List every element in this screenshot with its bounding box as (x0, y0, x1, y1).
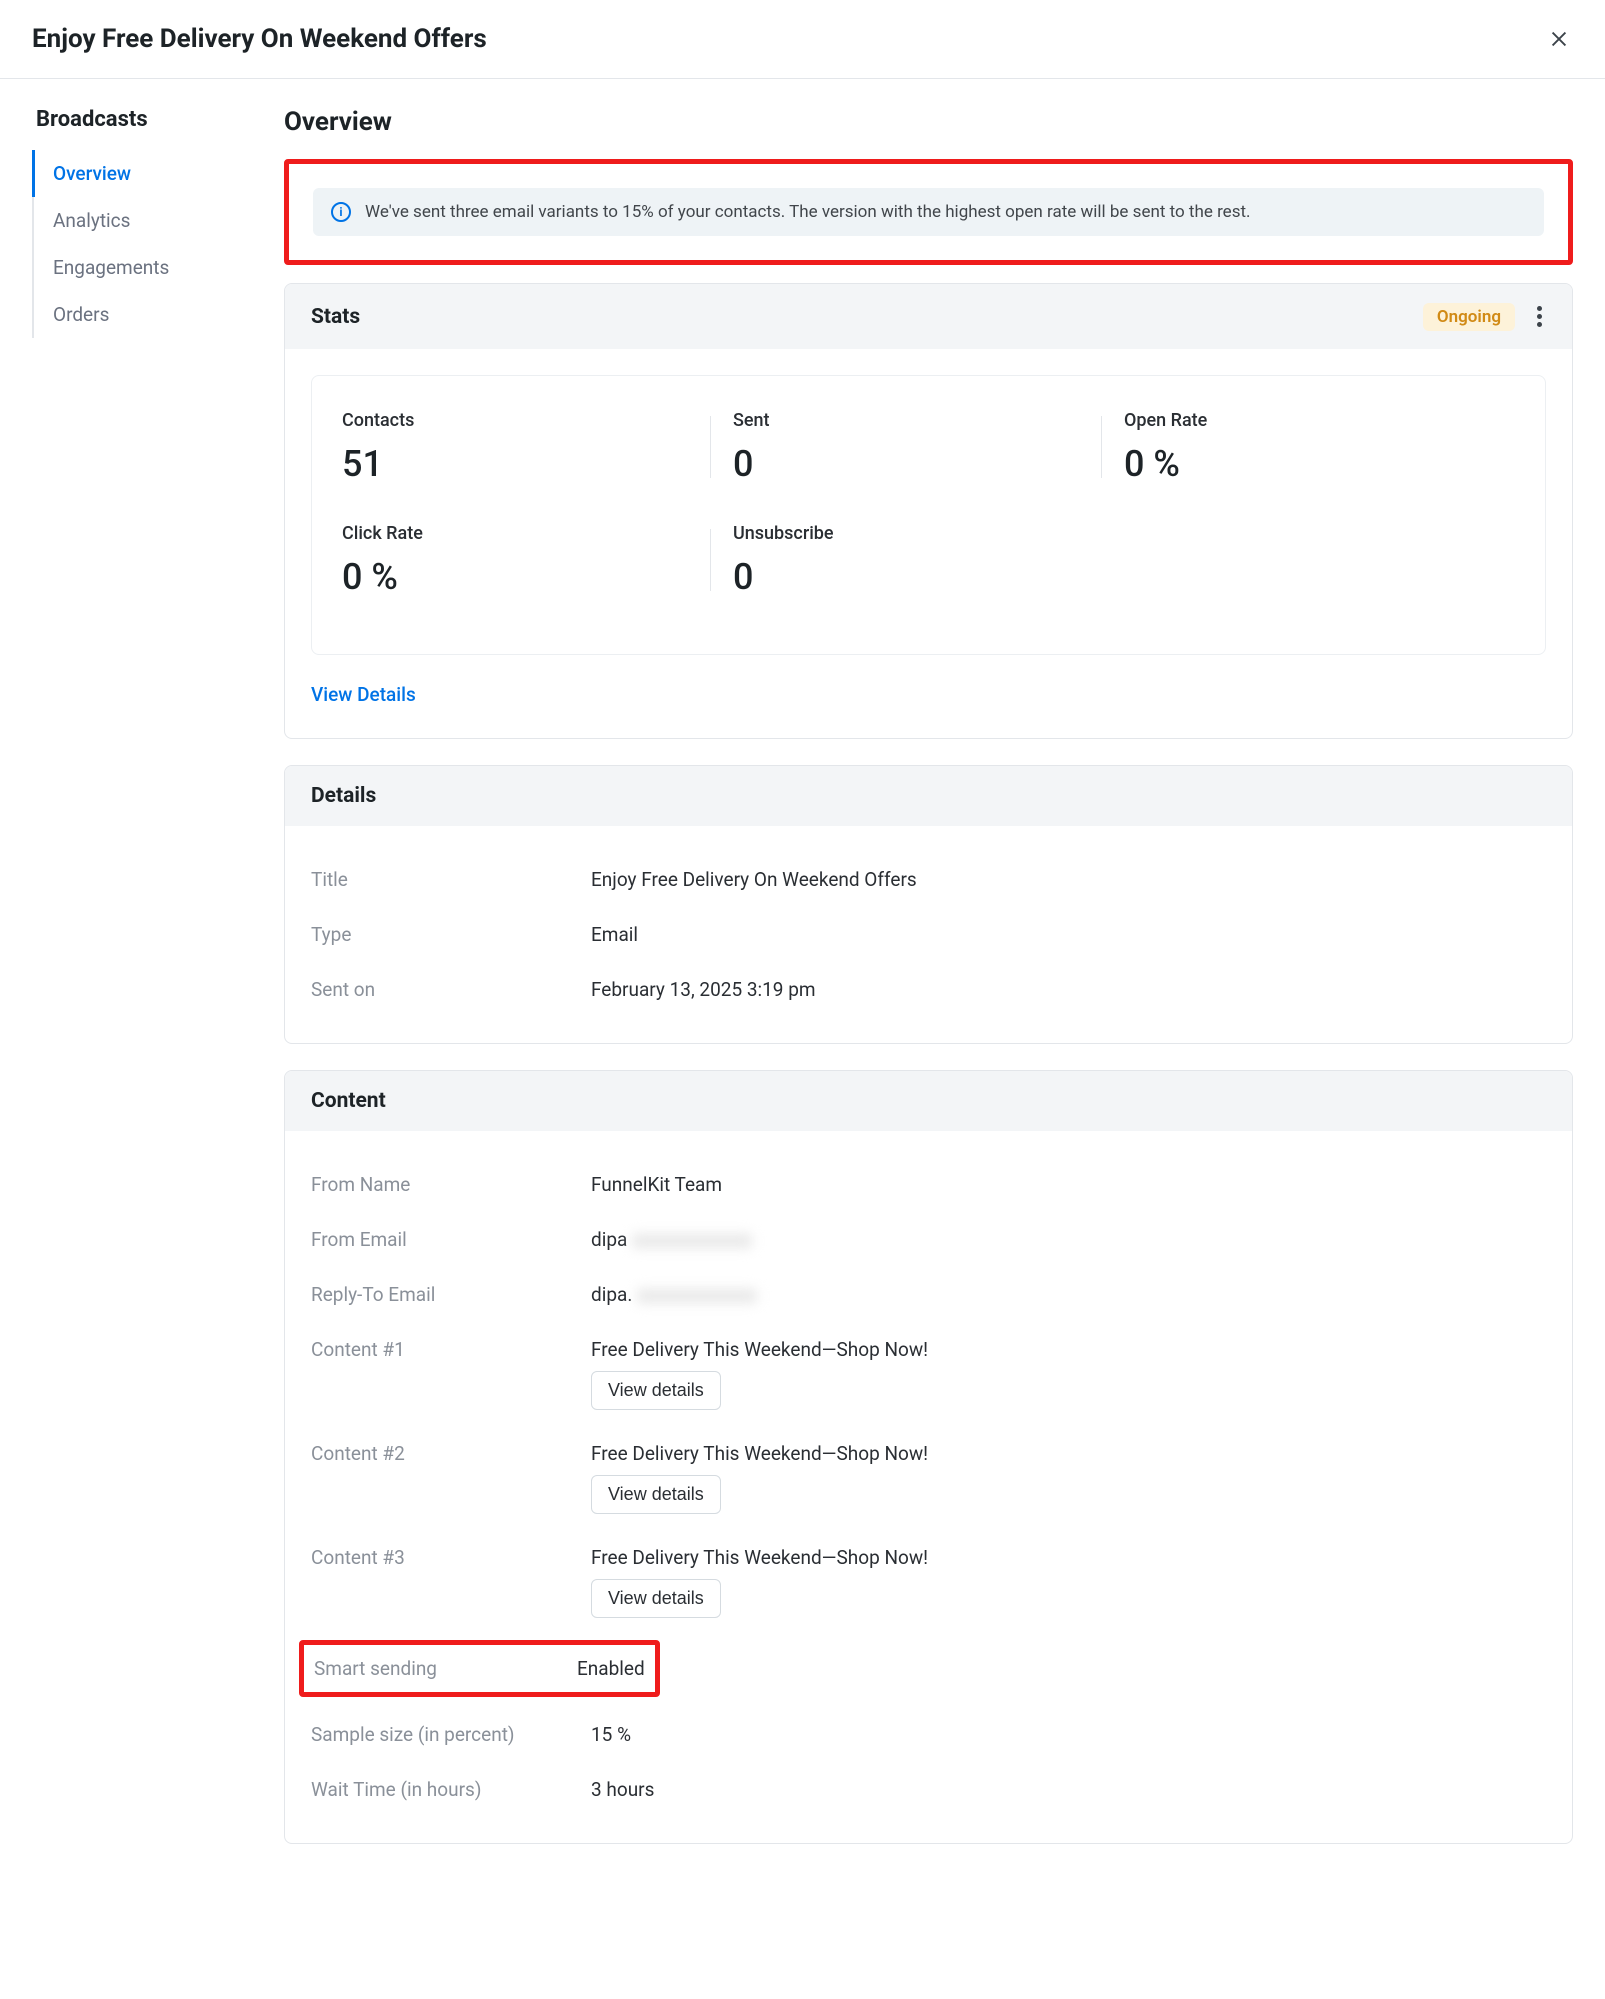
page-title: Enjoy Free Delivery On Weekend Offers (32, 24, 487, 54)
sidebar-nav: Overview Analytics Engagements Orders (32, 150, 252, 338)
content-key: Sample size (in percent) (311, 1723, 591, 1746)
sidebar-item-label: Overview (53, 162, 131, 185)
stat-value: 0 % (1124, 443, 1485, 485)
main-title: Overview (284, 107, 1573, 137)
content-row-wait-time: Wait Time (in hours) 3 hours (311, 1762, 1546, 1817)
detail-key: Sent on (311, 978, 591, 1001)
sidebar-item-overview[interactable]: Overview (32, 150, 252, 197)
content-value: Enabled (577, 1657, 645, 1680)
content-row-variant-1: Content #1 Free Delivery This Weekend—Sh… (311, 1322, 1546, 1426)
detail-value: February 13, 2025 3:19 pm (591, 978, 1546, 1001)
detail-row-title: Title Enjoy Free Delivery On Weekend Off… (311, 852, 1546, 907)
content-row-from-email: From Email dipa (311, 1212, 1546, 1267)
info-banner: i We've sent three email variants to 15%… (313, 188, 1544, 236)
view-details-button[interactable]: View details (591, 1475, 721, 1514)
redacted-text (637, 1289, 757, 1303)
content-value: Free Delivery This Weekend—Shop Now! (591, 1546, 928, 1569)
stat-label: Unsubscribe (733, 523, 1094, 544)
stats-menu-button[interactable] (1533, 302, 1546, 331)
stat-label: Sent (733, 410, 1094, 431)
stats-heading: Stats (311, 305, 360, 329)
sidebar-item-label: Engagements (53, 256, 169, 279)
sidebar: Broadcasts Overview Analytics Engagement… (32, 107, 252, 1870)
stat-value: 0 (733, 443, 1094, 485)
detail-key: Type (311, 923, 591, 946)
sidebar-title: Broadcasts (32, 107, 252, 132)
content-value: dipa (591, 1228, 1546, 1251)
stats-box: Contacts 51 Sent 0 Open Rate 0 % Click (311, 375, 1546, 655)
info-text: We've sent three email variants to 15% o… (365, 202, 1251, 222)
sidebar-item-label: Analytics (53, 209, 130, 232)
view-details-button[interactable]: View details (591, 1371, 721, 1410)
view-details-link[interactable]: View Details (311, 677, 416, 712)
view-details-button[interactable]: View details (591, 1579, 721, 1618)
details-heading: Details (311, 784, 376, 808)
content-header: Content (285, 1071, 1572, 1131)
stat-click-rate: Click Rate 0 % (342, 523, 733, 636)
detail-row-senton: Sent on February 13, 2025 3:19 pm (311, 962, 1546, 1017)
content-key: Content #1 (311, 1338, 591, 1361)
content-value: Free Delivery This Weekend—Shop Now! (591, 1338, 928, 1361)
stat-open-rate: Open Rate 0 % (1124, 410, 1515, 523)
stat-value: 51 (342, 443, 703, 485)
content-key: Content #2 (311, 1442, 591, 1465)
content-value: Free Delivery This Weekend—Shop Now! (591, 1442, 928, 1465)
content-row-variant-2: Content #2 Free Delivery This Weekend—Sh… (311, 1426, 1546, 1530)
content-value: 15 % (591, 1723, 1546, 1746)
content-value: 3 hours (591, 1778, 1546, 1801)
detail-value: Enjoy Free Delivery On Weekend Offers (591, 868, 1546, 891)
details-card: Details Title Enjoy Free Delivery On Wee… (284, 765, 1573, 1044)
detail-value: Email (591, 923, 1546, 946)
content-key: Wait Time (in hours) (311, 1778, 591, 1801)
stat-value: 0 % (342, 556, 703, 598)
stat-contacts: Contacts 51 (342, 410, 733, 523)
content-key: Smart sending (314, 1657, 437, 1680)
close-button[interactable] (1545, 25, 1573, 53)
stat-label: Open Rate (1124, 410, 1485, 431)
stats-card: Stats Ongoing Contacts 51 (284, 283, 1573, 739)
highlight-banner-wrapper: i We've sent three email variants to 15%… (284, 159, 1573, 265)
content-key: Content #3 (311, 1546, 591, 1569)
details-header: Details (285, 766, 1572, 826)
main-content: Overview i We've sent three email varian… (284, 107, 1573, 1870)
content-key: Reply-To Email (311, 1283, 591, 1306)
content-row-from-name: From Name FunnelKit Team (311, 1157, 1546, 1212)
content-value: FunnelKit Team (591, 1173, 1546, 1196)
sidebar-item-label: Orders (53, 303, 109, 326)
content-key: From Name (311, 1173, 591, 1196)
topbar: Enjoy Free Delivery On Weekend Offers (0, 0, 1605, 79)
close-icon (1548, 28, 1570, 50)
sidebar-item-orders[interactable]: Orders (32, 291, 252, 338)
detail-row-type: Type Email (311, 907, 1546, 962)
content-heading: Content (311, 1089, 386, 1113)
detail-key: Title (311, 868, 591, 891)
sidebar-item-analytics[interactable]: Analytics (32, 197, 252, 244)
content-row-sample-size: Sample size (in percent) 15 % (311, 1707, 1546, 1762)
content-key: From Email (311, 1228, 591, 1251)
stats-header: Stats Ongoing (285, 284, 1572, 349)
content-row-reply-to: Reply-To Email dipa. (311, 1267, 1546, 1322)
content-card: Content From Name FunnelKit Team From Em… (284, 1070, 1573, 1844)
stat-label: Click Rate (342, 523, 703, 544)
sidebar-item-engagements[interactable]: Engagements (32, 244, 252, 291)
stat-label: Contacts (342, 410, 703, 431)
content-row-variant-3: Content #3 Free Delivery This Weekend—Sh… (311, 1530, 1546, 1634)
content-value: dipa. (591, 1283, 1546, 1306)
stat-value: 0 (733, 556, 1094, 598)
stat-unsubscribe: Unsubscribe 0 (733, 523, 1124, 636)
stat-sent: Sent 0 (733, 410, 1124, 523)
highlight-smart-sending: Smart sending Enabled (299, 1640, 660, 1697)
status-badge: Ongoing (1423, 303, 1515, 331)
info-icon: i (331, 202, 351, 222)
redacted-text (632, 1234, 752, 1248)
